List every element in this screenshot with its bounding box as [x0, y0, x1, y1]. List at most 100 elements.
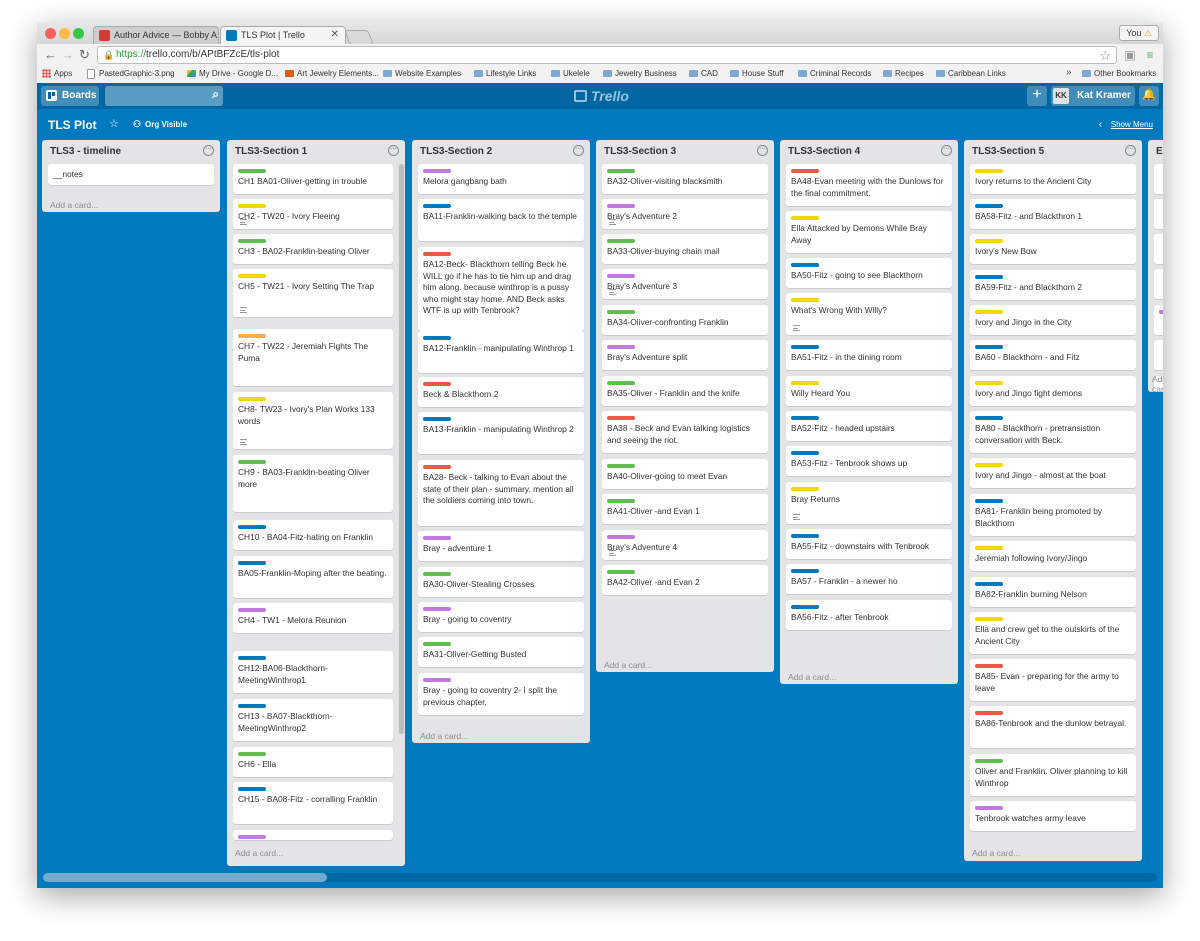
list-title[interactable]: TLS3 - timeline [50, 146, 121, 157]
board-title[interactable]: TLS Plot [48, 118, 97, 132]
scrollbar-thumb[interactable] [43, 873, 327, 882]
list-menu-icon[interactable]: ⋯ [573, 145, 584, 156]
card[interactable]: Ivory's New Bow [970, 234, 1136, 264]
card[interactable]: Ella Attacked by Demons While Bray Away [786, 211, 952, 253]
bookmark-jewelry-business[interactable]: Jewelry Business [603, 69, 677, 78]
card[interactable]: BA33-Oliver-buying chain mail [602, 234, 768, 264]
bookmark-other-bookmarks[interactable]: Other Bookmarks [1082, 69, 1156, 78]
list-menu-icon[interactable]: ⋯ [203, 145, 214, 156]
card[interactable]: BA35-Oliver - Franklin and the knife [602, 376, 768, 406]
card[interactable] [1154, 164, 1163, 194]
menu-icon[interactable]: ≡ [1143, 48, 1157, 62]
card[interactable]: BA28- Beck - talking to Evan about the s… [418, 460, 584, 526]
add-card-link[interactable]: Add a card... [788, 672, 836, 682]
card[interactable]: BA34-Oliver-confronting Franklin [602, 305, 768, 335]
list-menu-icon[interactable]: ⋯ [1125, 145, 1136, 156]
card[interactable] [1154, 234, 1163, 264]
card[interactable]: CH15 - BA08-Fitz - corralling Franklin [233, 782, 393, 824]
visibility-button[interactable]: ⚇ Org Visible [133, 119, 187, 129]
card[interactable]: BA48-Evan meeting with the Dunlows for t… [786, 164, 952, 206]
bookmark-house-stuff[interactable]: House Stuff [730, 69, 784, 78]
notifications-button[interactable]: 🔔 [1139, 86, 1159, 106]
card[interactable]: BA86-Tenbrook and the dunlow betrayal. [970, 706, 1136, 748]
card[interactable]: Beck & Blackthorn 2 [418, 377, 584, 407]
card[interactable]: Jeremiah following Ivory/Jingo [970, 541, 1136, 571]
card[interactable]: CH8- TW23 - Ivory's Plan Works 133 words [233, 392, 393, 449]
card[interactable]: CH12-BA06-Blackthorn-MeetingWinthrop1 [233, 651, 393, 693]
card[interactable]: BA41-Oliver -and Evan 1 [602, 494, 768, 524]
tab-author-advice[interactable]: Author Advice — Bobby A... [93, 26, 219, 44]
add-card-link[interactable]: Add a card... [604, 660, 652, 670]
card[interactable]: BA32-Oliver-visiting blacksmith [602, 164, 768, 194]
list-title[interactable]: TLS3-Section 4 [788, 146, 860, 157]
card[interactable]: BA60 - Blackthorn - and Fitz [970, 340, 1136, 370]
add-button[interactable]: + [1027, 86, 1047, 106]
bookmark-pastedgraphic[interactable]: PastedGraphic-3.png [87, 69, 175, 79]
card[interactable]: Bray's Adventure 3 [602, 269, 768, 299]
bookmark-my-drive[interactable]: My Drive - Google D... [187, 69, 278, 78]
card[interactable]: Bray's Adventure split [602, 340, 768, 370]
search-input[interactable]: ⌕ [105, 86, 223, 106]
card[interactable]: Bray's Adventure 2 [602, 199, 768, 229]
card[interactable]: Ivory and Jingo - almost at the boat [970, 458, 1136, 488]
bookmark-caribbean-links[interactable]: Caribbean Links [936, 69, 1006, 78]
list-scrollbar[interactable] [399, 164, 404, 734]
card[interactable]: BA30-Oliver-Stealing Crosses [418, 567, 584, 597]
card[interactable]: __notes [48, 164, 214, 185]
list-menu-icon[interactable]: ⋯ [388, 145, 399, 156]
card[interactable]: BA12-Beck- Blackthorn telling Beck he WI… [418, 247, 584, 331]
card[interactable]: BA40-Oliver-going to meet Evan [602, 459, 768, 489]
star-board-icon[interactable]: ☆ [109, 117, 119, 130]
card[interactable] [1154, 269, 1163, 299]
card[interactable]: Bray - going to coventry 2- I split the … [418, 673, 584, 715]
card[interactable]: What's Wrong With Willy? [786, 293, 952, 335]
bookmark-criminal-records[interactable]: Criminal Records [798, 69, 871, 78]
card[interactable]: Tenbrook watches army leave [970, 801, 1136, 831]
card[interactable]: BA50-Fitz - going to see Blackthorn [786, 258, 952, 288]
card[interactable] [1154, 305, 1163, 335]
card[interactable]: Melora gangbang bath [418, 164, 584, 194]
back-arrow-icon[interactable]: ← [44, 47, 57, 63]
minimize-window-button[interactable] [59, 28, 70, 39]
card[interactable]: BA57 - Franklin - a newer ho [786, 564, 952, 594]
card[interactable]: Ivory and Jingo fight demons [970, 376, 1136, 406]
show-menu-link[interactable]: ‹ Show Menu [1099, 119, 1153, 130]
add-card-link[interactable]: Add a card... [972, 848, 1020, 858]
card[interactable]: BA80 - Blackthorn - pretransistion conve… [970, 411, 1136, 453]
add-card-link[interactable]: Add a card... [235, 848, 283, 858]
search-icon[interactable]: ⌕ [212, 87, 219, 102]
bookmark-recipes[interactable]: Recipes [883, 69, 924, 78]
bookmark-lifestyle-links[interactable]: Lifestyle Links [474, 69, 536, 78]
card[interactable]: BA81- Franklin being promoted by Blackth… [970, 494, 1136, 536]
card[interactable]: CH4 - TW1 - Melora Reunion [233, 603, 393, 633]
card[interactable]: Willy Heard You [786, 376, 952, 406]
bookmark-cad[interactable]: CAD [689, 69, 718, 78]
list-menu-icon[interactable]: ⋯ [941, 145, 952, 156]
card[interactable]: BA58-Fitz - and Blackthron 1 [970, 199, 1136, 229]
bookmark-star-icon[interactable]: ☆ [1099, 48, 1111, 64]
card[interactable]: BA12-Franklin - manipulating Winthrop 1 [418, 331, 584, 373]
bookmark-apps[interactable]: Apps [42, 69, 72, 78]
card[interactable] [1154, 340, 1163, 370]
card[interactable]: Ella and crew get to the outskirts of th… [970, 612, 1136, 654]
card[interactable]: CH13 - BA07-Blackthorn-MeetingWinthrop2 [233, 699, 393, 741]
address-bar[interactable]: 🔒 https://trello.com/b/APtBFZcE/tls-plot… [97, 46, 1117, 64]
zoom-window-button[interactable] [73, 28, 84, 39]
card[interactable]: BA42-Oliver -and Evan 2 [602, 565, 768, 595]
card[interactable]: CH2 - TW20 - Ivory Fleeing [233, 199, 393, 229]
horizontal-scrollbar[interactable] [43, 873, 1157, 882]
tab-tls-plot[interactable]: TLS Plot | Trello ✕ [220, 26, 346, 44]
card[interactable] [233, 830, 393, 840]
close-tab-icon[interactable]: ✕ [331, 29, 339, 40]
bookmark-ukelele[interactable]: Ukelele [551, 69, 590, 78]
card[interactable]: BA51-Fitz - in the dining room [786, 340, 952, 370]
card[interactable] [1154, 199, 1163, 229]
profile-button[interactable]: You ⚠ [1119, 25, 1159, 41]
list-title[interactable]: TLS3-Section 1 [235, 146, 307, 157]
card[interactable]: BA85- Evan - preparing for the army to l… [970, 659, 1136, 701]
card[interactable]: Bray - adventure 1 [418, 531, 584, 561]
card[interactable]: CH7 - TW22 - Jeremiah Fights The Puma [233, 329, 393, 386]
list-menu-icon[interactable]: ⋯ [757, 145, 768, 156]
card[interactable]: BA05-Franklin-Moping after the beating. [233, 556, 393, 598]
add-card-link[interactable]: Add a card... [420, 731, 468, 741]
